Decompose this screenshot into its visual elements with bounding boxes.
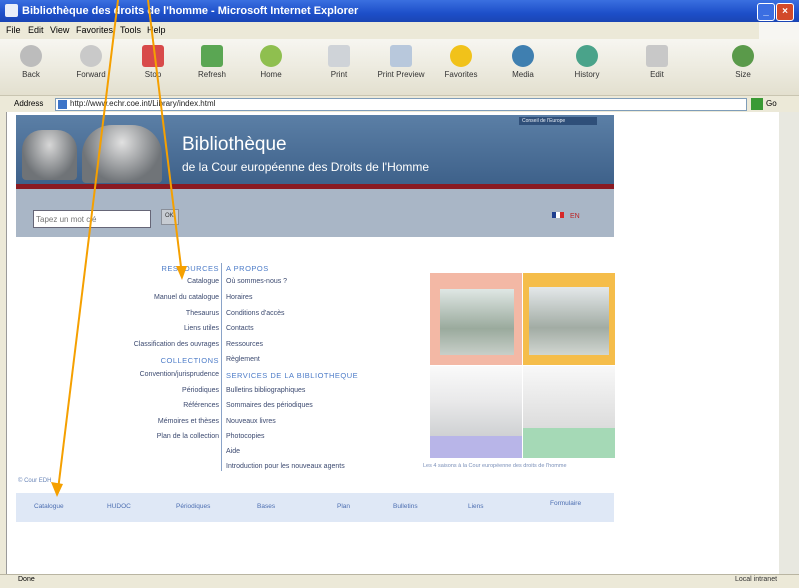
status-bar: Done Local intranet bbox=[0, 574, 799, 588]
arrowhead-catalogue bbox=[176, 266, 187, 280]
arrow-to-catalogue bbox=[147, 0, 183, 276]
status-text: Done bbox=[18, 576, 35, 583]
annotation-arrows bbox=[51, 0, 187, 497]
arrow-to-tab-catalogue bbox=[57, 0, 119, 491]
status-zone: Local intranet bbox=[735, 576, 778, 583]
arrowhead-tab-catalogue bbox=[51, 482, 63, 497]
